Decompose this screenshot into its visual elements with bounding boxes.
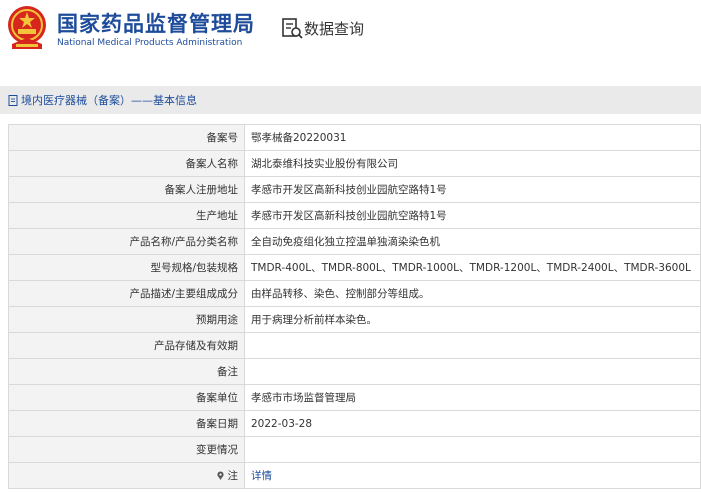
field-value	[244, 332, 701, 359]
breadcrumb: 境内医疗器械（备案）——基本信息	[0, 86, 701, 114]
breadcrumb-text: 境内医疗器械（备案）——基本信息	[21, 94, 197, 107]
site-title-en: National Medical Products Administration	[57, 38, 243, 48]
table-row: 产品存储及有效期	[8, 332, 701, 359]
data-query-icon[interactable]	[281, 17, 303, 39]
table-row: 产品名称/产品分类名称 全自动免疫组化独立控温单独滴染染色机	[8, 228, 701, 255]
table-row-note: 注详情	[8, 462, 701, 489]
field-label: 预期用途	[8, 306, 245, 333]
location-pin-icon	[216, 471, 224, 480]
field-label: 备注	[8, 358, 245, 385]
field-value: 孝感市市场监督管理局	[244, 384, 701, 411]
note-value-cell: 详情	[244, 462, 701, 489]
note-label: 注	[227, 470, 239, 482]
field-label: 备案日期	[8, 410, 245, 437]
field-label: 备案人名称	[8, 150, 245, 177]
field-value: 用于病理分析前样本染色。	[244, 306, 701, 333]
field-value: 全自动免疫组化独立控温单独滴染染色机	[244, 228, 701, 255]
field-label: 产品描述/主要组成成分	[8, 280, 245, 307]
field-value: 孝感市开发区高新科技创业园航空路特1号	[244, 202, 701, 229]
field-value	[244, 436, 701, 463]
table-row: 备案人名称 湖北泰维科技实业股份有限公司	[8, 150, 701, 177]
field-value: TMDR-400L、TMDR-800L、TMDR-1000L、TMDR-1200…	[244, 254, 701, 281]
table-row: 预期用途 用于病理分析前样本染色。	[8, 306, 701, 333]
field-value: 孝感市开发区高新科技创业园航空路特1号	[244, 176, 701, 203]
table-row: 产品描述/主要组成成分 由样品转移、染色、控制部分等组成。	[8, 280, 701, 307]
field-value: 湖北泰维科技实业股份有限公司	[244, 150, 701, 177]
record-detail-table: 备案号 鄂孝械备20220031 备案人名称 湖北泰维科技实业股份有限公司 备案人注册地…	[8, 124, 701, 489]
field-label: 型号规格/包装规格	[8, 254, 245, 281]
table-row: 变更情况	[8, 436, 701, 463]
site-header: 国家药品监督管理局 National Medical Products Admi…	[0, 0, 701, 72]
table-row: 备案单位 孝感市市场监督管理局	[8, 384, 701, 411]
document-icon	[8, 95, 18, 106]
field-label: 备案号	[8, 124, 245, 151]
table-row: 备案人注册地址 孝感市开发区高新科技创业园航空路特1号	[8, 176, 701, 203]
field-label: 产品存储及有效期	[8, 332, 245, 359]
note-label-cell: 注	[8, 462, 245, 489]
site-title-cn: 国家药品监督管理局	[57, 12, 255, 36]
data-query-link[interactable]: 数据查询	[304, 18, 364, 39]
field-label: 备案单位	[8, 384, 245, 411]
field-label: 变更情况	[8, 436, 245, 463]
national-emblem-icon	[8, 6, 46, 49]
field-label: 生产地址	[8, 202, 245, 229]
field-value: 由样品转移、染色、控制部分等组成。	[244, 280, 701, 307]
field-value	[244, 358, 701, 385]
table-row: 备案号 鄂孝械备20220031	[8, 124, 701, 151]
field-value: 鄂孝械备20220031	[244, 124, 701, 151]
table-row: 型号规格/包装规格 TMDR-400L、TMDR-800L、TMDR-1000L、…	[8, 254, 701, 281]
table-row: 备案日期 2022-03-28	[8, 410, 701, 437]
table-row: 备注	[8, 358, 701, 385]
field-value: 2022-03-28	[244, 410, 701, 437]
field-label: 备案人注册地址	[8, 176, 245, 203]
details-link[interactable]: 详情	[251, 470, 272, 482]
field-label: 产品名称/产品分类名称	[8, 228, 245, 255]
table-row: 生产地址 孝感市开发区高新科技创业园航空路特1号	[8, 202, 701, 229]
